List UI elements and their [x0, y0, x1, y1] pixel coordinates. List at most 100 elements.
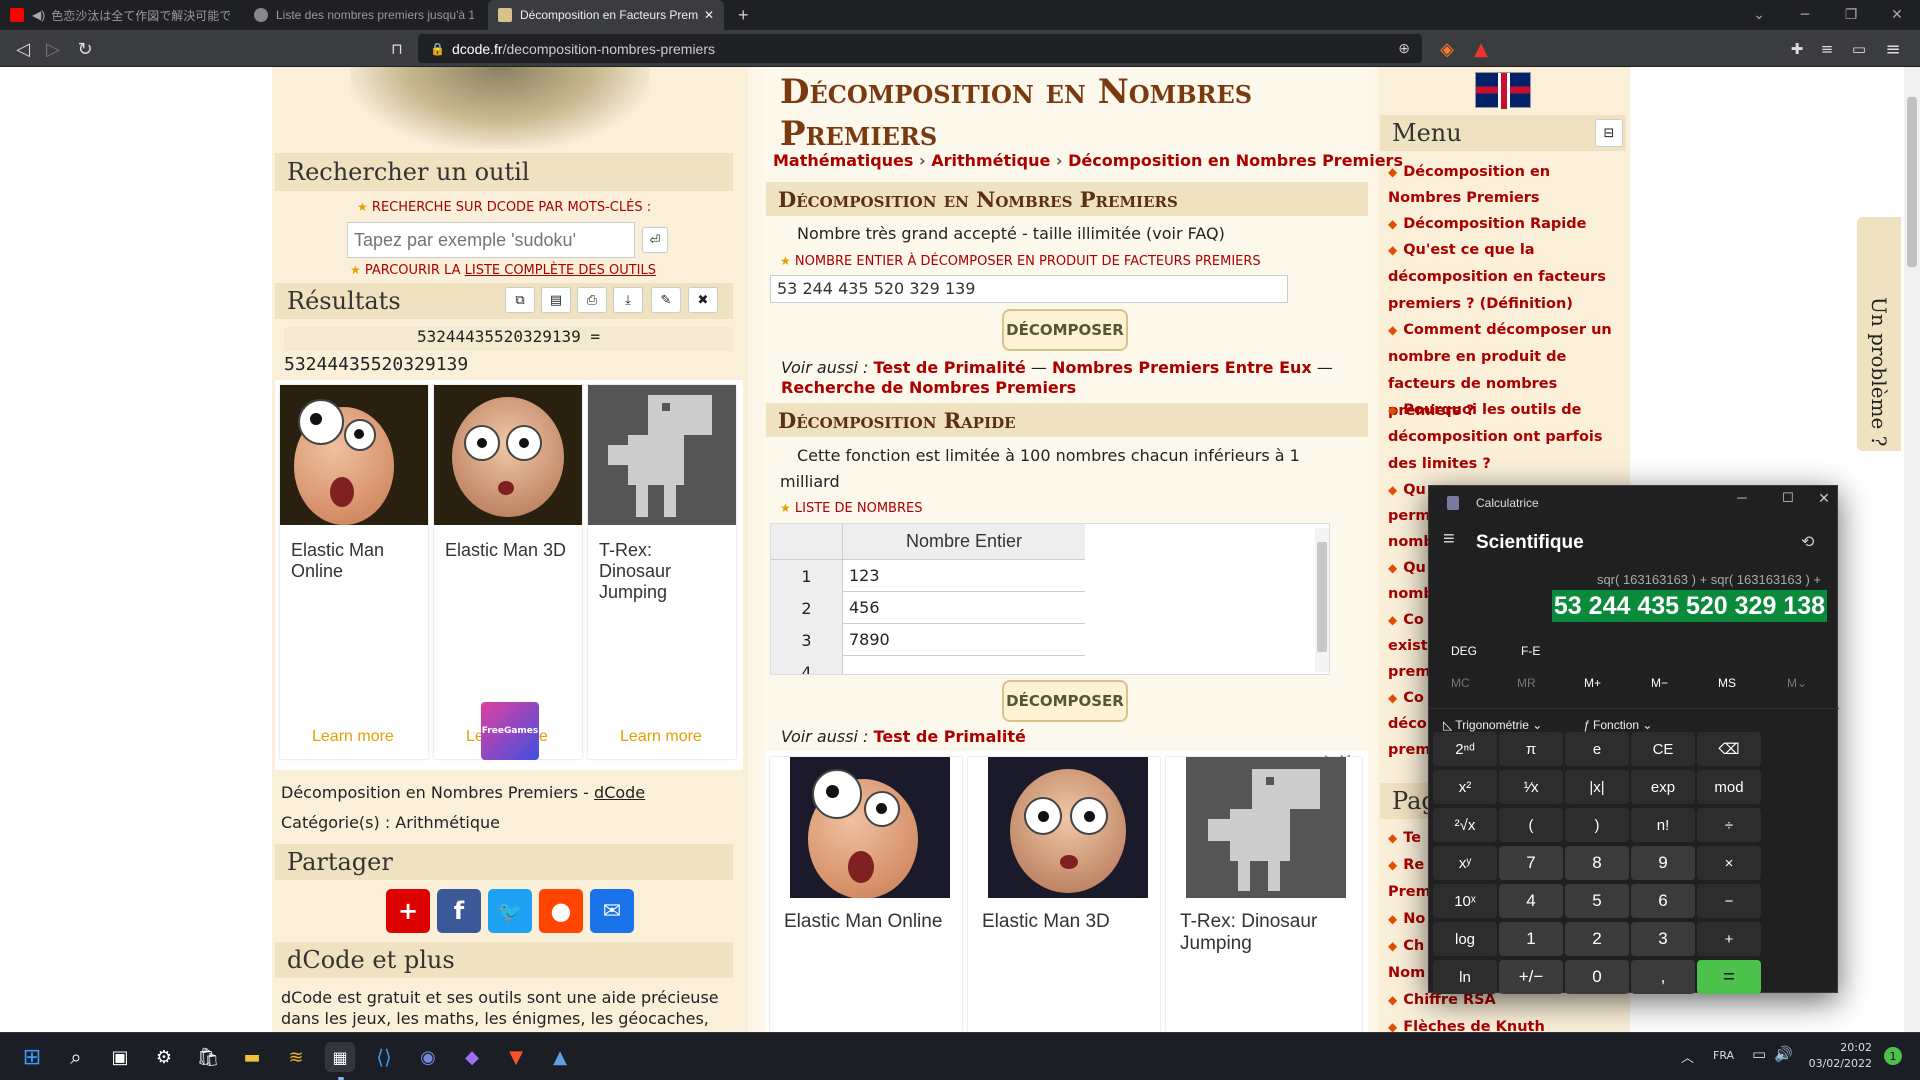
angle-toggle[interactable]: DEG [1451, 644, 1477, 658]
history-icon[interactable]: ⟲ [1801, 532, 1814, 552]
download-icon[interactable]: ⤓ [613, 287, 643, 313]
number-input[interactable]: 53 244 435 520 329 139 [770, 275, 1288, 303]
bookmark-icon[interactable]: ⊓ [384, 36, 410, 62]
menu-item[interactable]: ◆ Décomposition en Nombres Premiers [1388, 159, 1628, 211]
settings-gear-icon[interactable]: ⚙ [149, 1042, 179, 1072]
new-tab-button[interactable]: + [728, 0, 758, 30]
reciprocal-key[interactable]: ¹⁄x [1499, 770, 1563, 804]
tray-chevron-icon[interactable]: ︿ [1681, 1047, 1694, 1066]
table-row[interactable]: 2 456 [771, 592, 1085, 624]
discord-icon[interactable]: ◉ [413, 1042, 443, 1072]
digit-1-key[interactable]: 1 [1499, 922, 1563, 956]
second-key[interactable]: 2ⁿᵈ [1433, 732, 1497, 766]
facebook-icon[interactable]: f [437, 889, 481, 933]
see-also-link[interactable]: Recherche de Nombres Premiers [781, 378, 1076, 397]
playlist-icon[interactable]: ≡ [1814, 36, 1840, 62]
plus-key[interactable]: + [1697, 922, 1761, 956]
tab-youtube[interactable]: ◀) 色恋沙汰は全て作図で解決可能であ [0, 0, 240, 30]
menu-item[interactable]: ◆ Pourquoi les outils de décomposition on… [1388, 397, 1628, 478]
digit-5-key[interactable]: 5 [1565, 884, 1629, 918]
close-tab-icon[interactable]: ✕ [704, 8, 714, 22]
pin-icon[interactable]: ✎ [651, 287, 681, 313]
exp-key[interactable]: exp [1631, 770, 1695, 804]
clock-time[interactable]: 20:02 [1812, 1041, 1872, 1054]
digit-7-key[interactable]: 7 [1499, 846, 1563, 880]
vscode-icon[interactable]: ⟨⟩ [369, 1042, 399, 1072]
freegames-logo[interactable]: FreeGames [481, 702, 539, 760]
brave-rewards-icon[interactable]: ▲ [1468, 36, 1494, 62]
equals-key[interactable]: = [1697, 960, 1761, 994]
back-icon[interactable]: ◁ [10, 36, 36, 62]
print-icon[interactable]: ⎙ [577, 287, 607, 313]
reload-icon[interactable]: ↻ [72, 36, 98, 62]
ad-cta[interactable]: Learn more [620, 728, 702, 746]
divide-key[interactable]: ÷ [1697, 808, 1761, 842]
digit-3-key[interactable]: 3 [1631, 922, 1695, 956]
dcode-link[interactable]: dCode [594, 783, 645, 802]
notification-badge[interactable]: 1 [1884, 1047, 1902, 1065]
log-key[interactable]: log [1433, 922, 1497, 956]
breadcrumb-item[interactable]: Arithmétique [931, 151, 1050, 170]
memory-store[interactable]: MS [1718, 676, 1736, 690]
restore-button[interactable]: ❐ [1828, 0, 1874, 30]
extensions-icon[interactable]: ✚ [1784, 36, 1810, 62]
page-link[interactable]: ◆ Flèches de Knuth [1388, 1014, 1628, 1032]
memory-recall[interactable]: MR [1517, 676, 1536, 690]
memory-add[interactable]: M+ [1584, 676, 1601, 690]
calculator-taskbar-icon[interactable]: ▦ [325, 1042, 355, 1072]
menu-icon[interactable]: ≡ [1880, 36, 1906, 62]
drop-app-icon[interactable]: ◆ [457, 1042, 487, 1072]
windows-start-icon[interactable]: ⊞ [17, 1042, 47, 1072]
table-row[interactable]: 4 [771, 656, 1085, 674]
see-also-link[interactable]: Nombres Premiers Entre Eux [1052, 358, 1312, 377]
category-link[interactable]: Arithmétique [395, 813, 500, 832]
minimize-button[interactable]: ─ [1782, 0, 1828, 30]
twitter-icon[interactable]: 🐦 [488, 889, 532, 933]
copy-icon[interactable]: ⧉ [505, 287, 535, 313]
digit-4-key[interactable]: 4 [1499, 884, 1563, 918]
close-window-button[interactable]: ✕ [1874, 0, 1920, 30]
decompose-list-button[interactable]: DÉCOMPOSER [1002, 680, 1128, 722]
calc-maximize-button[interactable]: ☐ [1770, 490, 1806, 512]
digit-6-key[interactable]: 6 [1631, 884, 1695, 918]
decompose-button[interactable]: DÉCOMPOSER [1002, 309, 1128, 351]
english-flag-icon[interactable] [1475, 72, 1531, 109]
file-explorer-icon[interactable]: ▬ [237, 1042, 267, 1072]
ten-power-key[interactable]: 10ˣ [1433, 884, 1497, 918]
hamburger-icon[interactable]: ≡ [1443, 528, 1455, 551]
breadcrumb-item[interactable]: Mathématiques [773, 151, 913, 170]
email-icon[interactable]: ✉ [590, 889, 634, 933]
factorial-key[interactable]: n! [1631, 808, 1695, 842]
layers-app-icon[interactable]: ≋ [281, 1042, 311, 1072]
memory-clear[interactable]: MC [1451, 676, 1470, 690]
menu-item[interactable]: ◆ Qu'est ce que la décomposition en facte… [1388, 237, 1628, 318]
wallet-icon[interactable]: ▭ [1846, 36, 1872, 62]
network-icon[interactable]: ▭ [1752, 1045, 1766, 1063]
trigonometry-dropdown[interactable]: ◺ Trigonométrie ⌄ [1443, 718, 1542, 732]
ad-card[interactable]: T-Rex: Dinosaur Jumping Learn more [588, 385, 736, 759]
digit-8-key[interactable]: 8 [1565, 846, 1629, 880]
feedback-tab[interactable]: Un problème ? [1857, 217, 1901, 451]
clock-date[interactable]: 03/02/2022 [1806, 1057, 1872, 1070]
search-icon[interactable]: ⌕ [61, 1042, 91, 1072]
language-indicator[interactable]: FRA [1713, 1049, 1734, 1062]
search-input[interactable] [347, 222, 635, 258]
table-row[interactable]: 3 7890 [771, 624, 1085, 656]
calc-minimize-button[interactable]: ─ [1724, 490, 1760, 512]
share-plus-icon[interactable]: + [386, 889, 430, 933]
menu-item[interactable]: ◆ Décomposition Rapide [1388, 211, 1628, 238]
abs-key[interactable]: |x| [1565, 770, 1629, 804]
all-tools-link[interactable]: LISTE COMPLÈTE DES OUTILS [465, 263, 656, 278]
tab-prime-list[interactable]: Liste des nombres premiers jusqu'à 10 [244, 0, 484, 30]
minus-key[interactable]: − [1697, 884, 1761, 918]
brave-shield-icon[interactable]: ◈ [1434, 36, 1460, 62]
calc-close-button[interactable]: ✕ [1813, 490, 1835, 512]
ad-card[interactable]: Elastic Man Online Learn more [280, 385, 428, 759]
reddit-icon[interactable]: ● [539, 889, 583, 933]
fe-toggle[interactable]: F-E [1521, 644, 1540, 658]
root-key[interactable]: ²√x [1433, 808, 1497, 842]
number-list-grid[interactable]: Nombre Entier 1 123 2 456 3 7890 4 [770, 523, 1330, 675]
negate-key[interactable]: +/− [1499, 960, 1563, 994]
ad-cta[interactable]: Learn more [312, 728, 394, 746]
page-scrollbar[interactable] [1904, 67, 1920, 1032]
